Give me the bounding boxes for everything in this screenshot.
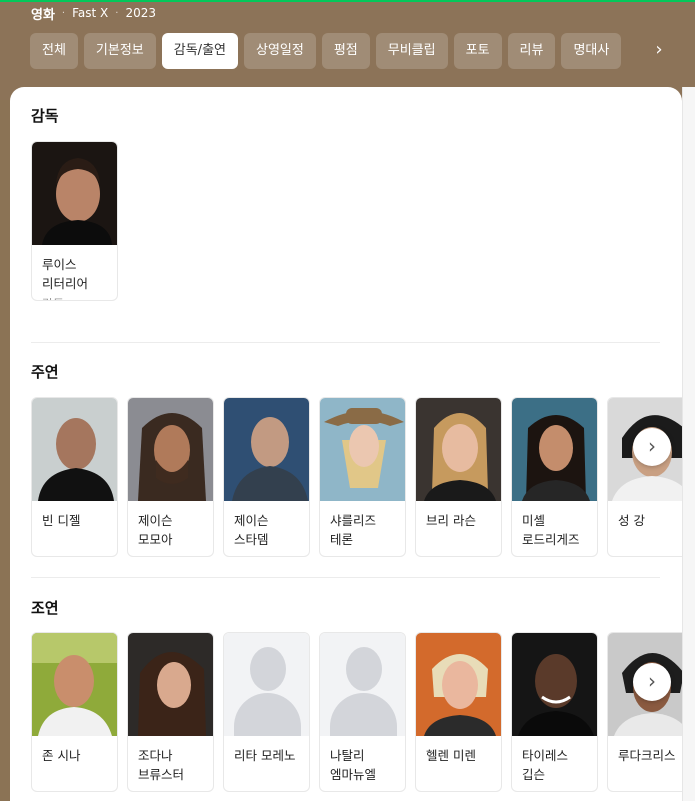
person-card[interactable]: 조다나 브류스터 — [127, 632, 214, 792]
section-divider — [31, 577, 660, 578]
tab-photo[interactable]: 포토 — [453, 33, 502, 69]
person-name: 헬렌 미렌 — [426, 748, 476, 763]
chevron-right-icon[interactable]: › — [648, 33, 670, 69]
person-card[interactable]: 존 시나 — [31, 632, 118, 792]
tab-rating[interactable]: 평점 — [321, 33, 370, 69]
person-name: 리타 모레노 — [234, 748, 296, 763]
section-title-supporting-cast: 조연 — [31, 599, 59, 617]
tab-all[interactable]: 전체 — [30, 33, 78, 69]
person-photo — [512, 633, 597, 736]
breadcrumb-category[interactable]: 영화 — [31, 4, 55, 23]
person-card[interactable]: 브리 라슨 — [415, 397, 502, 557]
tab-bar: 전체 기본정보 감독/출연 상영일정 평점 무비클립 포토 리뷰 명대사 — [30, 33, 695, 69]
person-name: 조다나 브류스터 — [138, 748, 185, 782]
person-photo — [128, 398, 213, 501]
tab-cast-crew[interactable]: 감독/출연 — [161, 33, 238, 69]
carousel-next-button[interactable]: › — [633, 663, 671, 701]
placeholder-body — [234, 693, 301, 736]
tab-movie-clip[interactable]: 무비클립 — [375, 33, 448, 69]
person-photo — [32, 398, 117, 501]
person-card[interactable]: 나탈리 엠마뉴엘 — [319, 632, 406, 792]
tab-review[interactable]: 리뷰 — [507, 33, 556, 69]
tab-quotes[interactable]: 명대사 — [561, 33, 622, 69]
person-photo — [320, 398, 405, 501]
person-name: 제이슨 스타뎀 — [234, 513, 269, 547]
person-name: 타이레스 깁슨 — [522, 748, 569, 782]
person-photo — [32, 633, 117, 736]
person-card[interactable]: 타이레스 깁슨 — [511, 632, 598, 792]
person-photo — [128, 633, 213, 736]
cast-panel: 감독 루이스 리터리어 감독 주연 빈 디젤 — [10, 87, 682, 801]
person-card[interactable]: 헬렌 미렌 — [415, 632, 502, 792]
scroll-edge — [682, 87, 695, 801]
director-row: 루이스 리터리어 감독 — [31, 141, 682, 301]
placeholder-body — [330, 693, 397, 736]
breadcrumb-separator: · — [115, 7, 119, 19]
person-photo — [224, 398, 309, 501]
person-card[interactable]: 성 강 — [607, 397, 682, 557]
breadcrumb-title[interactable]: Fast X — [72, 6, 108, 20]
person-card[interactable]: 리타 모레노 — [223, 632, 310, 792]
person-name: 미셸 로드리게즈 — [522, 513, 580, 547]
person-name: 나탈리 엠마뉴엘 — [330, 748, 377, 782]
accent-line — [0, 0, 695, 2]
main-cast-row: 빈 디젤 제이슨 모모아 제이슨 스타뎀 샤를리즈 테론 브리 라슨 미셸 로드… — [31, 397, 682, 557]
placeholder-head — [250, 647, 286, 691]
person-card[interactable]: 샤를리즈 테론 — [319, 397, 406, 557]
person-card[interactable]: 제이슨 모모아 — [127, 397, 214, 557]
person-card[interactable]: 미셸 로드리게즈 — [511, 397, 598, 557]
person-card[interactable]: 루다크리스 — [607, 632, 682, 792]
placeholder-head — [346, 647, 382, 691]
person-card[interactable]: 제이슨 스타뎀 — [223, 397, 310, 557]
person-name: 제이슨 모모아 — [138, 513, 173, 547]
person-role: 감독 — [32, 295, 117, 300]
person-name: 샤를리즈 테론 — [330, 513, 377, 547]
supporting-cast-row: 존 시나 조다나 브류스터 리타 모레노 나탈리 엠마뉴엘 헬렌 미렌 타이레스… — [31, 632, 682, 792]
breadcrumb: 영화 · Fast X · 2023 — [31, 4, 156, 23]
breadcrumb-year: 2023 — [125, 6, 156, 20]
person-name: 루이스 리터리어 — [42, 257, 89, 291]
person-name: 성 강 — [618, 513, 645, 528]
person-photo-placeholder — [320, 633, 405, 736]
person-photo-placeholder — [224, 633, 309, 736]
person-photo — [416, 398, 501, 501]
person-name: 존 시나 — [42, 748, 81, 763]
person-name: 빈 디젤 — [42, 513, 81, 528]
breadcrumb-separator: · — [61, 7, 66, 19]
person-card[interactable]: 빈 디젤 — [31, 397, 118, 557]
section-divider — [31, 342, 660, 343]
person-name: 브리 라슨 — [426, 513, 476, 528]
carousel-next-button[interactable]: › — [633, 428, 671, 466]
person-photo — [416, 633, 501, 736]
tab-schedule[interactable]: 상영일정 — [244, 33, 316, 69]
person-photo — [32, 142, 117, 245]
section-title-director: 감독 — [31, 107, 59, 125]
person-name: 루다크리스 — [618, 748, 676, 763]
tab-basic-info[interactable]: 기본정보 — [83, 33, 156, 69]
person-photo — [512, 398, 597, 501]
section-title-main-cast: 주연 — [31, 363, 59, 381]
person-card[interactable]: 루이스 리터리어 감독 — [31, 141, 118, 301]
